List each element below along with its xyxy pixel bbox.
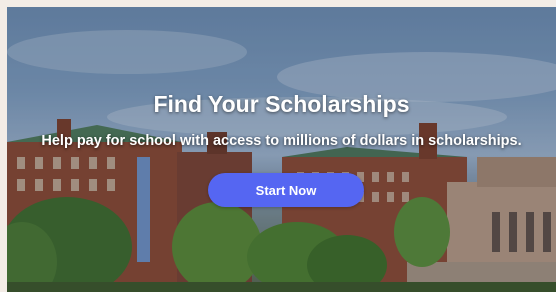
hero-subtitle: Help pay for school with access to milli… <box>41 133 522 149</box>
hero-overlay <box>7 7 556 292</box>
hero-banner: Find Your Scholarships Help pay for scho… <box>7 7 556 292</box>
hero-title: Find Your Scholarships <box>153 91 410 117</box>
start-now-button[interactable]: Start Now <box>208 173 364 207</box>
